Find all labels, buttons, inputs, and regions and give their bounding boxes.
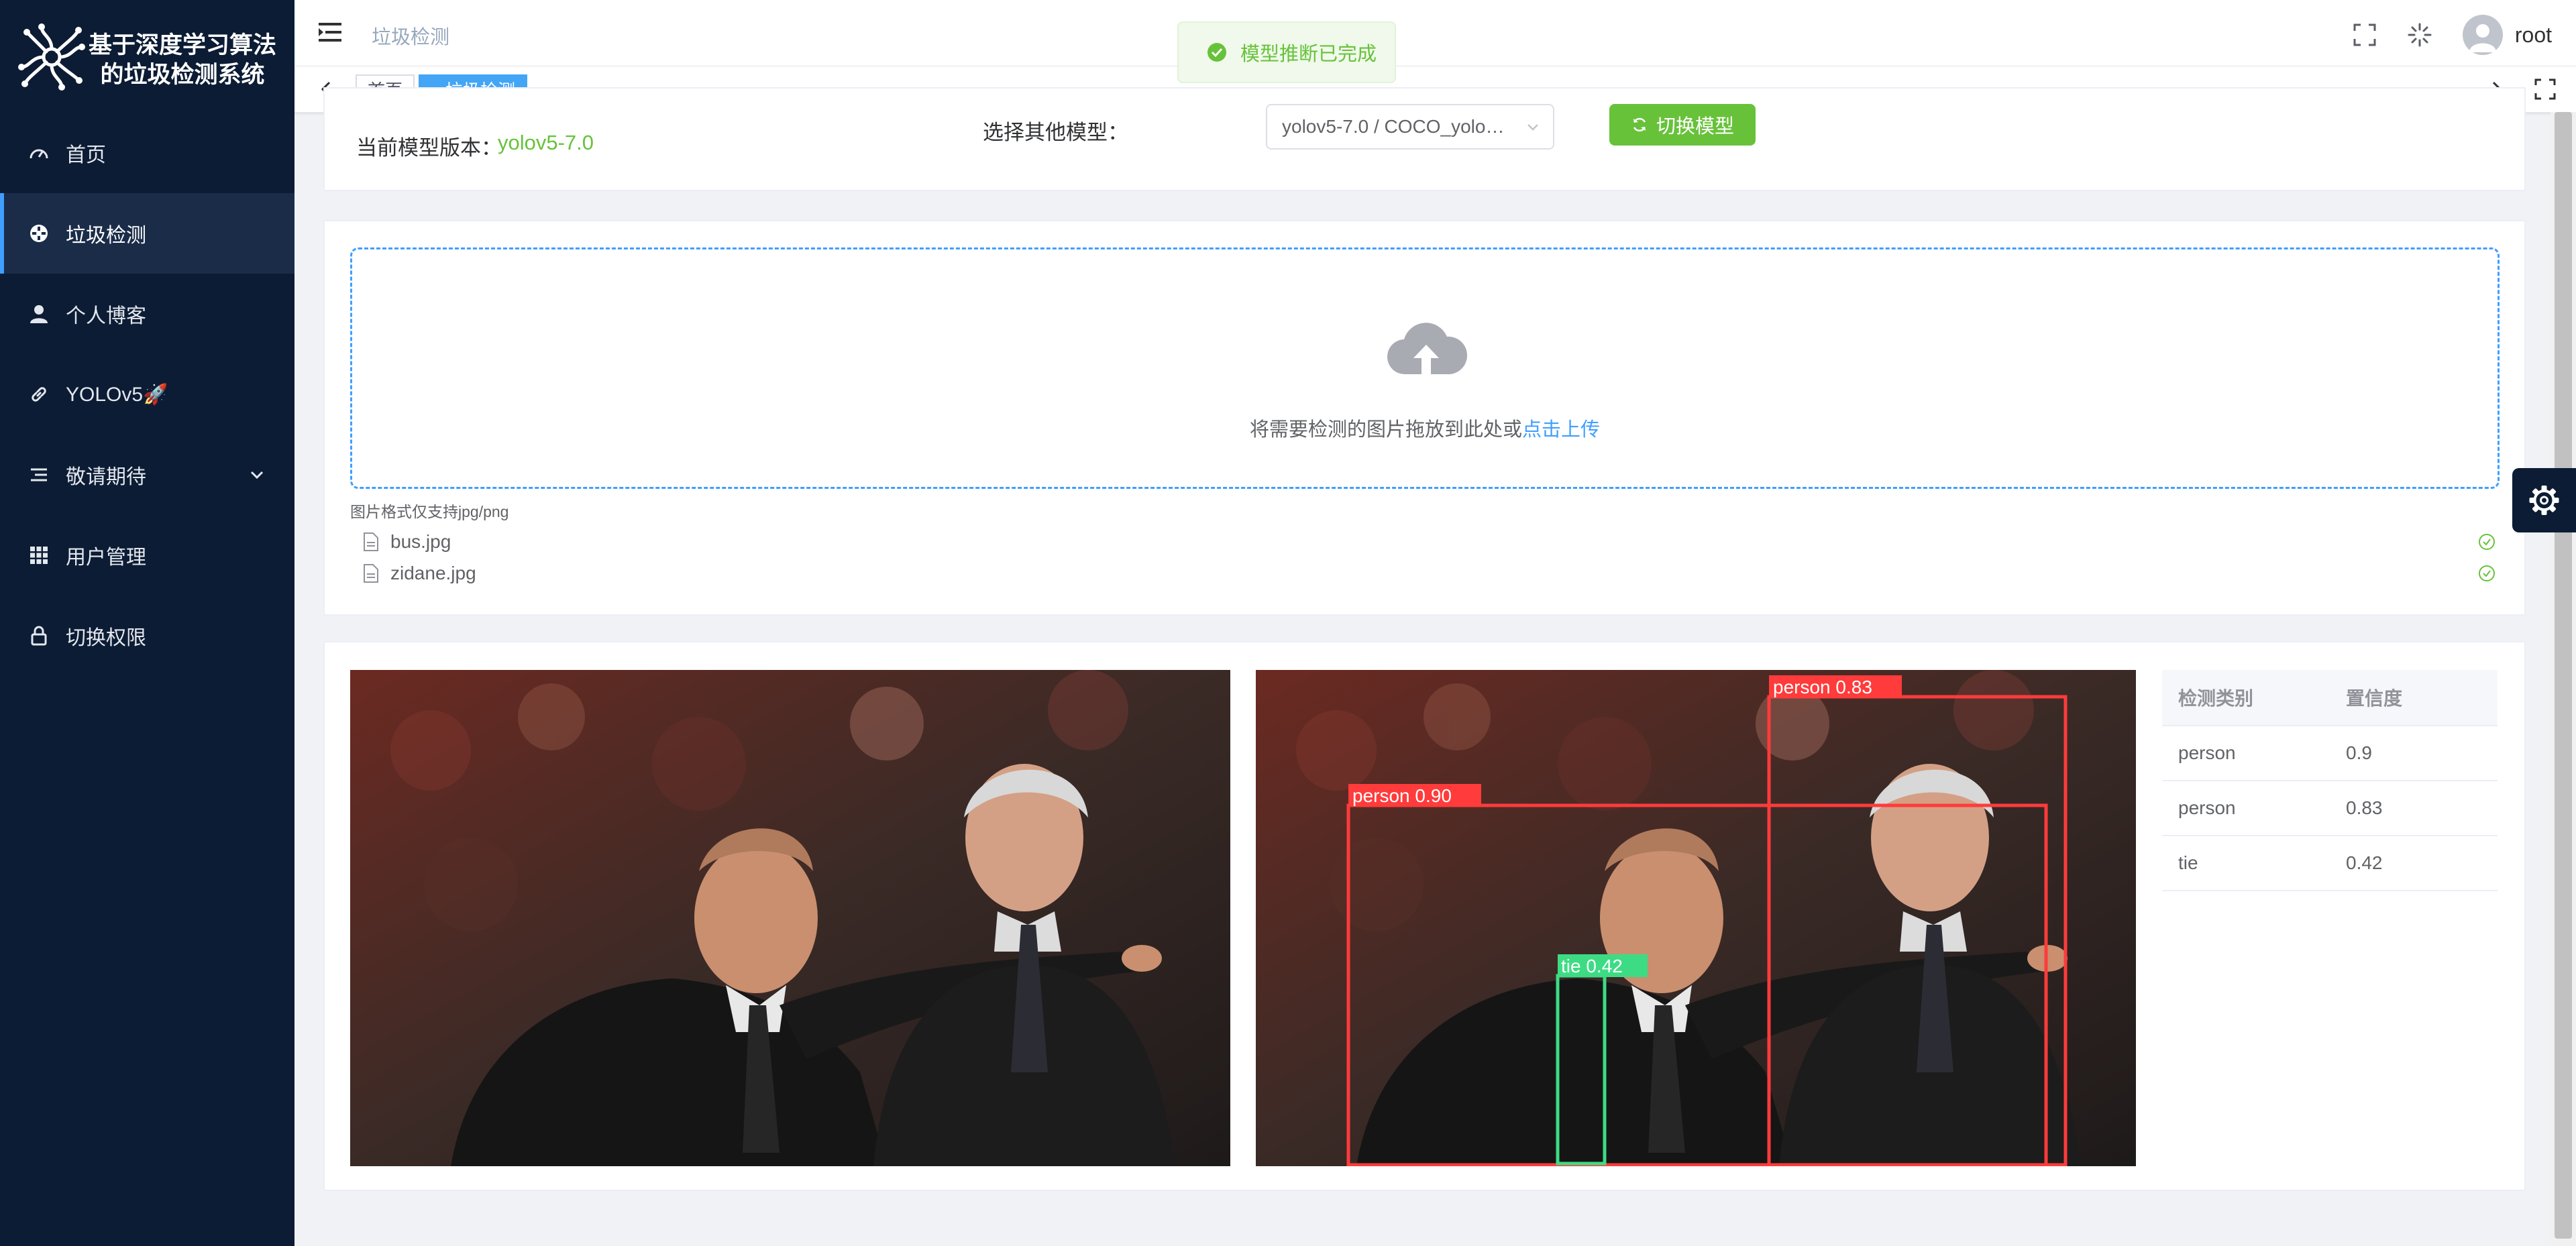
cell-confidence: 0.83 (2346, 797, 2383, 818)
upload-tip: 图片格式仅支持jpg/png (350, 503, 509, 520)
detection-label: person 0.90 (1352, 785, 1452, 806)
sidebar-item-blog[interactable]: 个人博客 (0, 274, 294, 354)
sidebar-item-permission[interactable]: 切换权限 (0, 596, 294, 676)
detect-icon (30, 225, 48, 242)
cell-confidence: 0.42 (2346, 852, 2383, 873)
hamburger-icon[interactable] (319, 21, 341, 43)
user-icon (30, 305, 48, 323)
user-avatar-icon (2469, 24, 2496, 52)
upload-prompt: 将需要检测的图片拖放到此处或 (1249, 419, 1522, 441)
check-circle-icon (2479, 565, 2495, 581)
gear-icon (2529, 486, 2559, 515)
dashboard-icon (30, 149, 48, 159)
sidebar-item-label: 垃圾检测 (66, 225, 146, 247)
upload-dropzone[interactable]: 将需要检测的图片拖放到此处或点击上传 (350, 247, 2500, 489)
file-item[interactable]: bus.jpg (362, 527, 2496, 557)
upload-instructions: 将需要检测的图片拖放到此处或点击上传 (352, 414, 2498, 442)
success-toast: 模型推断已完成 (1177, 21, 1396, 83)
sidebar-item-label: 切换权限 (66, 627, 146, 649)
cell-class: tie (2178, 852, 2198, 873)
select-model-label: 选择其他模型： (983, 121, 1128, 144)
detection-label: person 0.83 (1773, 677, 1872, 697)
sidebar-item-detect[interactable]: 垃圾检测 (0, 193, 294, 274)
results-table: 检测类别 置信度 person 0.9 person 0.83 tie 0.42 (2162, 670, 2498, 891)
upload-cloud-icon (1387, 323, 1467, 375)
refresh-icon (1633, 117, 1646, 132)
sidebar: 基于深度学习算法的垃圾检测系统 首页 垃圾检测 个人博客 YOLOv5🚀 敬请期… (0, 0, 294, 1246)
click-upload-link[interactable]: 点击上传 (1522, 419, 1600, 441)
current-model-version: yolov5-7.0 (498, 131, 594, 154)
model-select-value: yolov5-7.0 / COCO_yolo… (1282, 116, 1505, 137)
cell-confidence: 0.9 (2346, 742, 2372, 763)
table-row: person 0.9 (2162, 726, 2498, 781)
lock-icon (31, 626, 47, 646)
list-icon (31, 468, 47, 482)
scrollbar-thumb[interactable] (2555, 112, 2572, 1239)
document-icon (364, 532, 378, 551)
photo-scene (350, 670, 1230, 1166)
sidebar-item-users[interactable]: 用户管理 (0, 515, 294, 596)
detection-label: tie 0.42 (1561, 956, 1623, 976)
sidebar-item-label: 用户管理 (66, 547, 146, 569)
sidebar-menu: 首页 垃圾检测 个人博客 YOLOv5🚀 敬请期待 用户管理 切换权限 (0, 113, 294, 676)
table-header: 检测类别 置信度 (2162, 670, 2498, 726)
settings-button[interactable] (2512, 468, 2576, 532)
vertical-scrollbar[interactable] (2551, 112, 2576, 1246)
sidebar-item-label: 首页 (66, 144, 106, 166)
sidebar-item-yolov5[interactable]: YOLOv5🚀 (0, 354, 294, 435)
column-header-class: 检测类别 (2178, 688, 2254, 709)
sidebar-item-coming-soon[interactable]: 敬请期待 (0, 435, 294, 515)
top-navbar: 垃圾检测 root (294, 0, 2576, 66)
cell-class: person (2178, 797, 2236, 818)
original-image (350, 670, 1230, 1166)
file-name: bus.jpg (390, 531, 451, 552)
link-icon (32, 387, 46, 402)
username[interactable]: root (2515, 23, 2552, 48)
grid-icon (30, 547, 48, 564)
app-title: 基于深度学习算法的垃圾检测系统 (88, 32, 276, 88)
document-icon (364, 564, 378, 583)
sidebar-item-label: 敬请期待 (66, 466, 146, 488)
breadcrumb[interactable]: 垃圾检测 (372, 21, 449, 50)
chevron-down-icon (250, 471, 264, 479)
file-item[interactable]: zidane.jpg (362, 559, 2496, 588)
detected-image: person 0.90 person 0.83 tie 0.42 (1256, 670, 2136, 1166)
sidebar-item-label: YOLOv5🚀 (66, 383, 168, 406)
chevron-down-icon (1527, 124, 1538, 131)
toast-message: 模型推断已完成 (1240, 44, 1377, 65)
fullscreen-toggle-icon[interactable] (2534, 78, 2556, 100)
table-row: tie 0.42 (2162, 836, 2498, 891)
switch-model-label: 切换模型 (1656, 116, 1734, 137)
check-circle-icon (1208, 43, 1226, 62)
loading-icon[interactable] (2408, 23, 2432, 47)
sidebar-item-home[interactable]: 首页 (0, 113, 294, 193)
fullscreen-icon[interactable] (2353, 23, 2377, 47)
current-model-label: 当前模型版本： (356, 136, 502, 160)
switch-model-button[interactable]: 切换模型 (1609, 104, 1756, 146)
check-circle-icon (2479, 534, 2495, 550)
model-select[interactable]: yolov5-7.0 / COCO_yolo… (1266, 104, 1554, 150)
file-name: zidane.jpg (390, 563, 476, 583)
logo-icon (18, 23, 85, 91)
cell-class: person (2178, 742, 2236, 763)
table-row: person 0.83 (2162, 781, 2498, 836)
avatar[interactable] (2462, 15, 2503, 55)
column-header-confidence: 置信度 (2346, 688, 2403, 709)
sidebar-item-label: 个人博客 (66, 305, 146, 327)
photo-scene-detected: person 0.90 person 0.83 tie 0.42 (1256, 670, 2136, 1166)
